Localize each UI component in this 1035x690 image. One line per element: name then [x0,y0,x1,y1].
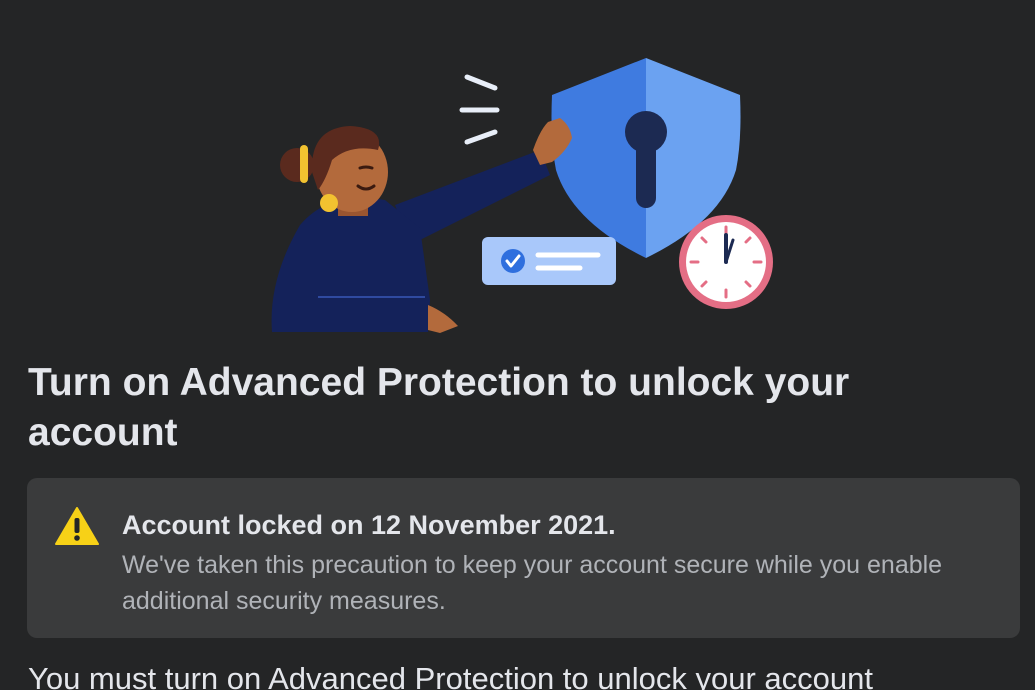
notice-body: We've taken this precaution to keep your… [122,551,943,615]
instruction-text: You must turn on Advanced Protection to … [28,661,873,690]
motion-lines [459,74,500,145]
security-shield-illustration [271,58,773,333]
notice-heading: Account locked on 12 November 2021. [122,510,616,540]
page-title: Turn on Advanced Protection to unlock yo… [28,361,850,454]
account-locked-notice: Account locked on 12 November 2021. We'v… [27,478,1020,638]
clock-icon [679,215,773,309]
warning-triangle-icon [55,507,99,545]
advanced-protection-screen: Turn on Advanced Protection to unlock yo… [0,0,1035,690]
person-illustration [271,118,572,333]
check-card-icon [482,237,616,285]
